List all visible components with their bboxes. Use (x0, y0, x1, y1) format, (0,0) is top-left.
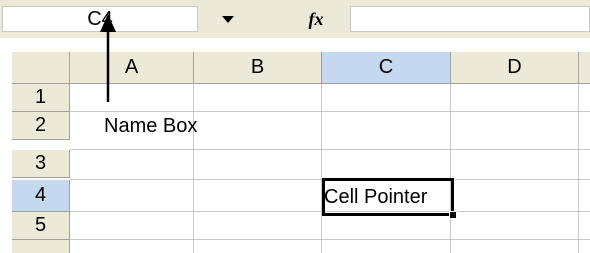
name-box-dropdown-button[interactable] (198, 6, 258, 32)
name-box-annotation: Name Box (104, 115, 198, 137)
column-header-b[interactable]: B (194, 52, 322, 84)
formula-input[interactable] (350, 6, 590, 32)
row-header-2[interactable]: 2 (12, 112, 70, 140)
column-header-c[interactable]: C (322, 52, 451, 84)
cell-grid[interactable] (70, 84, 590, 253)
name-box-pointer-arrow (100, 14, 116, 102)
fx-icon: fx (308, 8, 324, 29)
gridline (193, 84, 194, 253)
column-header-a[interactable]: A (70, 52, 194, 84)
row-header-4[interactable]: 4 (12, 180, 70, 212)
gridline (70, 239, 590, 240)
chevron-down-icon (222, 16, 234, 23)
insert-function-button[interactable]: fx (286, 6, 346, 32)
row-header-1[interactable]: 1 (12, 84, 70, 112)
column-header-e[interactable] (579, 52, 590, 84)
gridline (450, 84, 451, 253)
fill-handle[interactable] (449, 211, 457, 219)
row-header-6[interactable] (12, 240, 70, 253)
column-header-d[interactable]: D (451, 52, 579, 84)
gridline (70, 111, 590, 112)
select-all-corner[interactable] (12, 52, 70, 84)
row-header-5[interactable]: 5 (12, 212, 70, 240)
gridline (321, 84, 322, 253)
row-header-3[interactable]: 3 (12, 150, 70, 178)
gridline (578, 84, 579, 253)
active-cell-text: Cell Pointer (324, 185, 428, 208)
gridline (70, 149, 590, 150)
